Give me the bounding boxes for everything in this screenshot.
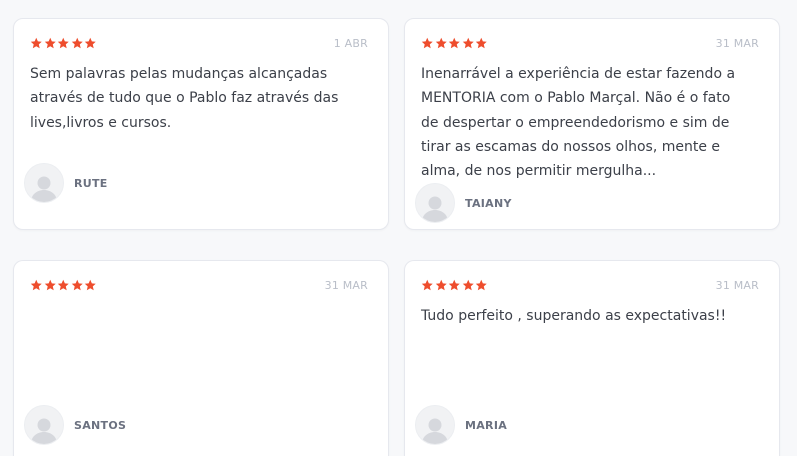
star-icon [435, 37, 448, 50]
star-icon [44, 37, 57, 50]
review-author: RUTE [24, 163, 108, 203]
star-icon [44, 279, 57, 292]
user-avatar-icon [420, 192, 450, 222]
star-rating [30, 37, 97, 50]
star-icon [71, 279, 84, 292]
review-date: 31 MAR [324, 279, 368, 292]
review-date: 1 ABR [333, 37, 368, 50]
star-rating [421, 37, 488, 50]
star-icon [421, 37, 434, 50]
star-icon [71, 37, 84, 50]
star-icon [462, 37, 475, 50]
star-icon [84, 37, 97, 50]
author-name: TAIANY [465, 196, 512, 210]
star-icon [421, 279, 434, 292]
star-rating [421, 279, 488, 292]
star-icon [435, 279, 448, 292]
star-icon [30, 37, 43, 50]
review-text: Tudo perfeito , superando as expectativa… [421, 308, 727, 324]
avatar [24, 163, 64, 203]
user-avatar-icon [29, 414, 59, 444]
review-text: Sem palavras pelas mudanças alcançadas a… [30, 66, 339, 131]
review-text: Inenarrável a experiência de estar fazen… [421, 66, 736, 180]
star-icon [448, 37, 461, 50]
review-card: 1 ABR Sem palavras pelas mudanças alcanç… [13, 18, 389, 230]
star-rating [30, 279, 97, 292]
star-icon [57, 37, 70, 50]
review-date: 31 MAR [715, 37, 759, 50]
user-avatar-icon [29, 172, 59, 202]
author-name: MARIA [465, 418, 508, 432]
review-author: SANTOS [24, 405, 126, 445]
review-author: TAIANY [415, 183, 512, 223]
avatar [415, 183, 455, 223]
star-icon [462, 279, 475, 292]
author-name: RUTE [74, 176, 108, 190]
star-icon [84, 279, 97, 292]
star-icon [475, 279, 488, 292]
avatar [24, 405, 64, 445]
review-author: MARIA [415, 405, 507, 445]
star-icon [475, 37, 488, 50]
review-card: 31 MAR Tudo perfeito , superando as expe… [404, 260, 780, 456]
review-card: 31 MAR Inenarrável a experiência de esta… [404, 18, 780, 230]
star-icon [57, 279, 70, 292]
review-card: 31 MAR SANTOS [13, 260, 389, 456]
review-date: 31 MAR [715, 279, 759, 292]
star-icon [448, 279, 461, 292]
reviews-grid: 1 ABR Sem palavras pelas mudanças alcanç… [0, 0, 797, 456]
star-icon [30, 279, 43, 292]
user-avatar-icon [420, 414, 450, 444]
avatar [415, 405, 455, 445]
author-name: SANTOS [74, 418, 127, 432]
